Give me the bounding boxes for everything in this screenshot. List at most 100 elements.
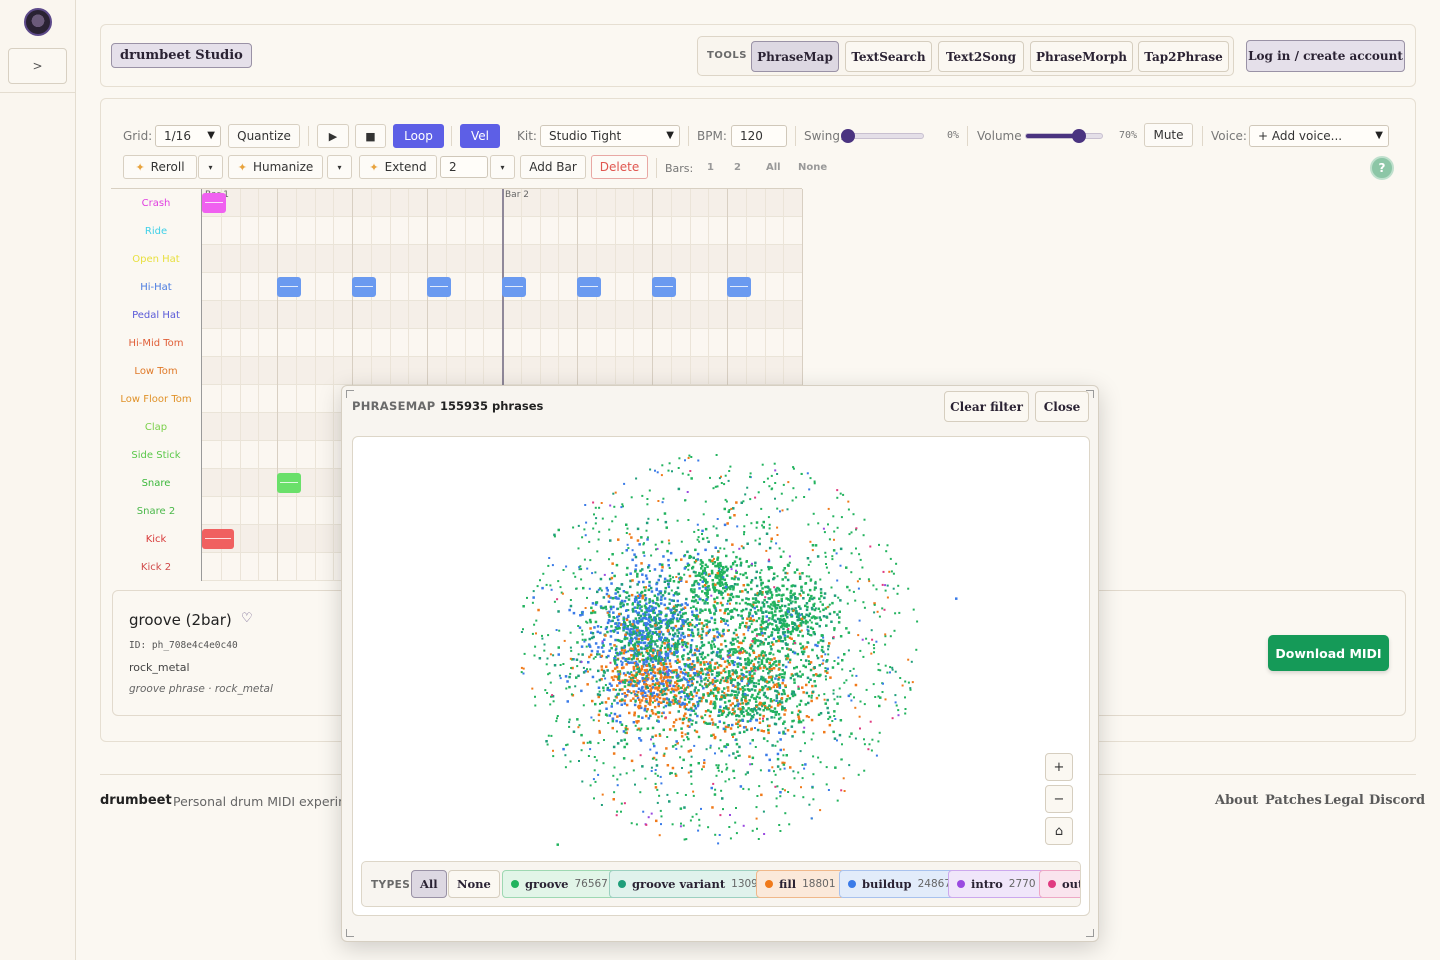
- phrase-point[interactable]: [792, 770, 795, 773]
- phrase-point[interactable]: [775, 699, 778, 703]
- phrase-point[interactable]: [608, 558, 610, 561]
- phrase-point[interactable]: [897, 584, 900, 587]
- phrase-point[interactable]: [669, 650, 672, 653]
- phrase-point[interactable]: [607, 697, 610, 700]
- phrase-point[interactable]: [718, 633, 721, 636]
- phrase-point[interactable]: [847, 500, 850, 503]
- phrase-point[interactable]: [858, 577, 861, 580]
- phrase-point[interactable]: [751, 562, 753, 565]
- voice-select[interactable]: + Add voice... ▼: [1249, 125, 1389, 147]
- phrase-point[interactable]: [600, 654, 604, 658]
- phrase-point[interactable]: [635, 684, 638, 688]
- phrase-point[interactable]: [803, 647, 806, 651]
- phrase-point[interactable]: [881, 607, 884, 610]
- phrase-point[interactable]: [789, 766, 792, 769]
- phrase-point[interactable]: [609, 539, 612, 542]
- phrase-point[interactable]: [676, 603, 680, 607]
- phrase-point[interactable]: [679, 614, 682, 617]
- phrase-point[interactable]: [750, 579, 754, 582]
- drum-row-label[interactable]: Kick: [111, 525, 202, 553]
- phrase-point[interactable]: [647, 588, 651, 592]
- phrase-point[interactable]: [637, 640, 641, 644]
- phrase-point[interactable]: [746, 771, 750, 774]
- phrase-point[interactable]: [604, 677, 607, 680]
- phrase-point[interactable]: [785, 754, 789, 757]
- phrase-point[interactable]: [737, 705, 740, 708]
- phrase-point[interactable]: [700, 573, 704, 576]
- phrase-point[interactable]: [775, 640, 778, 643]
- phrase-point[interactable]: [676, 639, 680, 643]
- phrase-point[interactable]: [891, 668, 894, 671]
- phrase-point[interactable]: [695, 730, 698, 733]
- phrase-point[interactable]: [613, 791, 616, 794]
- phrase-point[interactable]: [663, 752, 666, 755]
- phrase-point[interactable]: [687, 657, 690, 660]
- phrase-point[interactable]: [733, 514, 736, 517]
- phrase-point[interactable]: [729, 681, 733, 685]
- phrase-point[interactable]: [849, 693, 852, 696]
- phrase-point[interactable]: [738, 626, 742, 629]
- phrase-point[interactable]: [691, 698, 694, 700]
- phrase-point[interactable]: [638, 631, 641, 635]
- phrase-point[interactable]: [544, 689, 547, 692]
- phrase-point[interactable]: [682, 739, 685, 742]
- phrase-point[interactable]: [663, 577, 667, 581]
- phrase-point[interactable]: [686, 686, 689, 689]
- phrase-point[interactable]: [738, 731, 742, 734]
- phrase-point[interactable]: [761, 621, 765, 625]
- phrase-point[interactable]: [858, 715, 861, 718]
- phrase-point[interactable]: [774, 497, 776, 500]
- phrase-point[interactable]: [666, 629, 670, 633]
- phrase-point[interactable]: [817, 607, 821, 611]
- phrase-point[interactable]: [685, 645, 689, 649]
- phrase-point[interactable]: [799, 642, 802, 646]
- phrase-point[interactable]: [620, 583, 624, 586]
- phrase-point[interactable]: [606, 589, 610, 592]
- phrase-point[interactable]: [823, 596, 826, 600]
- phrase-point[interactable]: [878, 615, 881, 618]
- phrase-point[interactable]: [736, 662, 739, 666]
- phrase-point[interactable]: [746, 720, 750, 723]
- phrase-point[interactable]: [642, 689, 645, 693]
- phrase-point[interactable]: [572, 730, 576, 734]
- phrase-point[interactable]: [813, 667, 816, 669]
- phrase-point[interactable]: [723, 578, 727, 582]
- phrase-point[interactable]: [751, 829, 754, 832]
- phrase-point[interactable]: [618, 622, 621, 625]
- phrase-point[interactable]: [879, 669, 882, 672]
- phrase-point[interactable]: [602, 644, 605, 647]
- phrase-point[interactable]: [782, 676, 786, 679]
- studio-brand[interactable]: drumbeet Studio: [111, 43, 252, 68]
- phrase-point[interactable]: [799, 607, 802, 610]
- phrase-point[interactable]: [825, 783, 828, 786]
- phrase-point[interactable]: [689, 555, 693, 559]
- phrase-point[interactable]: [589, 668, 592, 671]
- phrase-point[interactable]: [656, 633, 659, 636]
- phrase-point[interactable]: [764, 596, 767, 599]
- phrase-point[interactable]: [561, 592, 564, 595]
- phrase-point[interactable]: [698, 824, 701, 827]
- phrase-point[interactable]: [559, 677, 562, 680]
- phrase-point[interactable]: [598, 709, 602, 713]
- phrase-point[interactable]: [750, 623, 753, 626]
- phrase-point[interactable]: [781, 578, 785, 581]
- phrase-point[interactable]: [721, 657, 725, 661]
- phrase-point[interactable]: [818, 664, 822, 667]
- phrase-point[interactable]: [782, 584, 785, 588]
- phrase-point[interactable]: [770, 781, 773, 784]
- phrase-point[interactable]: [684, 672, 687, 676]
- phrase-point[interactable]: [606, 621, 610, 625]
- phrase-point[interactable]: [578, 724, 581, 727]
- phrase-point[interactable]: [720, 617, 722, 620]
- phrase-point[interactable]: [577, 653, 580, 656]
- bars-option-1[interactable]: 1: [707, 162, 714, 173]
- phrase-point[interactable]: [781, 663, 785, 667]
- phrase-point[interactable]: [832, 689, 835, 692]
- phrase-point[interactable]: [615, 719, 618, 723]
- phrase-point[interactable]: [622, 651, 626, 655]
- phrase-point[interactable]: [734, 821, 737, 824]
- phrase-point[interactable]: [812, 732, 815, 735]
- phrase-point[interactable]: [668, 662, 672, 665]
- phrase-point[interactable]: [643, 641, 647, 644]
- phrase-point[interactable]: [770, 540, 773, 543]
